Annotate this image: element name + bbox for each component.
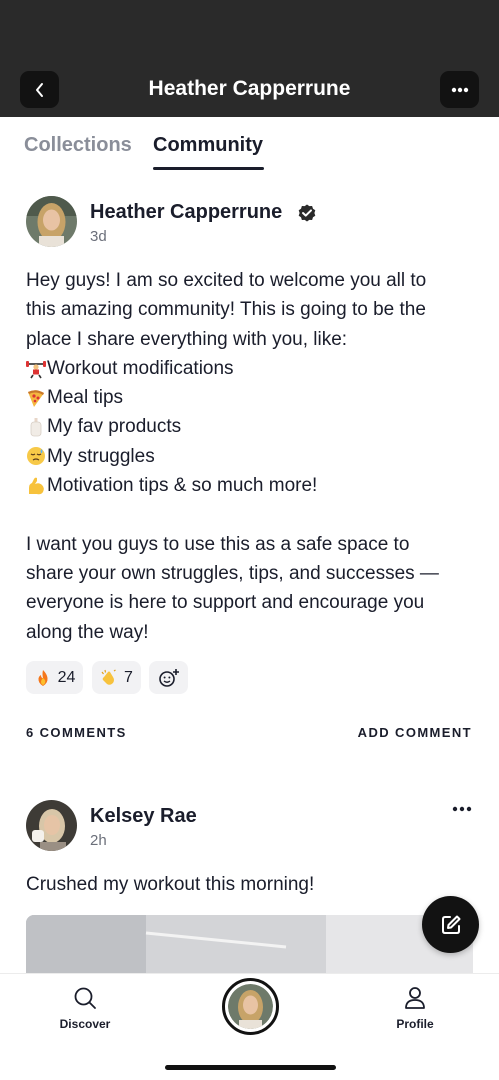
reaction-count: 24	[57, 668, 76, 686]
nav-profile-label: Profile	[396, 1017, 434, 1031]
post-line-text: this amazing community! This is going to…	[26, 299, 426, 321]
bottom-navigation: Discover Profile	[0, 973, 499, 1080]
nav-discover-label: Discover	[59, 1017, 111, 1031]
top-app-bar: Heather Capperrune	[0, 0, 499, 117]
comment-timestamp: 2h	[90, 832, 107, 849]
post-line: Workout modifications	[26, 354, 476, 383]
post-line-text: everyone is here to support and encourag…	[26, 592, 425, 614]
author-avatar[interactable]	[26, 196, 77, 247]
post-image[interactable]	[26, 915, 473, 975]
fire-emoji	[38, 669, 48, 686]
add-reaction-button[interactable]	[149, 661, 188, 694]
post-line-text: My fav products	[47, 416, 182, 438]
flexed-biceps-emoji	[29, 477, 44, 494]
search-icon	[74, 987, 96, 1009]
nav-discover[interactable]: Discover	[55, 986, 115, 1031]
compose-icon	[441, 915, 460, 934]
back-button[interactable]	[20, 71, 59, 108]
reaction-fire[interactable]: 24	[26, 661, 83, 694]
clapping-hands-emoji	[101, 669, 116, 685]
post-line-text: along the way!	[26, 621, 149, 643]
nav-home-avatar[interactable]	[222, 978, 279, 1035]
reaction-clap[interactable]: 7	[92, 661, 141, 694]
more-options-button[interactable]	[440, 71, 479, 108]
post-line-text: Motivation tips & so much more!	[47, 475, 318, 497]
comment-post-text: Crushed my workout this morning!	[26, 874, 315, 895]
post-line: share your own struggles, tips, and succ…	[26, 559, 476, 588]
user-icon	[405, 987, 425, 1009]
post-author-name[interactable]: Heather Capperrune	[90, 201, 282, 224]
post-line: along the way!	[26, 618, 476, 647]
page-title: Heather Capperrune	[148, 77, 351, 100]
downcast-sweat-emoji	[27, 447, 45, 466]
post-line-text: share your own struggles, tips, and succ…	[26, 562, 439, 584]
post-body: Hey guys! I am so excited to welcome you…	[26, 266, 476, 647]
more-horizontal-icon	[451, 87, 468, 92]
add-reaction-icon	[158, 668, 179, 687]
post-line: Hey guys! I am so excited to welcome you…	[26, 266, 476, 295]
comment-author-name[interactable]: Kelsey Rae	[90, 805, 197, 828]
post-line: Meal tips	[26, 383, 476, 412]
post-line: My struggles	[26, 442, 476, 471]
active-tab-indicator	[153, 167, 264, 170]
verified-badge-icon	[298, 204, 316, 222]
post-line: place I share everything with you, like:	[26, 325, 476, 354]
comments-count[interactable]: 6 COMMENTS	[26, 725, 127, 740]
post-line: this amazing community! This is going to…	[26, 295, 476, 324]
post-line-text: Meal tips	[47, 387, 124, 409]
tab-bar: Collections Community	[0, 117, 499, 173]
profile-avatar	[228, 984, 273, 1029]
weightlifter-emoji	[26, 360, 46, 378]
post-line-text: My struggles	[47, 445, 155, 467]
post-line: Motivation tips & so much more!	[26, 471, 476, 500]
post-timestamp: 3d	[90, 228, 107, 245]
post-line: everyone is here to support and encourag…	[26, 588, 476, 617]
commenter-avatar[interactable]	[26, 800, 77, 851]
home-indicator	[165, 1065, 336, 1070]
chevron-left-icon	[35, 82, 43, 97]
reaction-count: 7	[124, 668, 133, 686]
tab-community[interactable]: Community	[153, 134, 263, 157]
post-line-text: Hey guys! I am so excited to welcome you…	[26, 270, 427, 291]
post-line-text: I want you guys to use this as a safe sp…	[26, 533, 410, 555]
post-line-text: Workout modifications	[47, 357, 234, 379]
add-comment-button[interactable]: ADD COMMENT	[358, 725, 472, 740]
pizza-emoji	[28, 390, 44, 407]
lotion-bottle-emoji	[30, 418, 42, 437]
more-horizontal-icon[interactable]	[452, 806, 472, 812]
post-line: My fav products	[26, 412, 476, 441]
post-line-text: place I share everything with you, like:	[26, 328, 348, 350]
compose-button[interactable]	[422, 896, 479, 953]
tab-collections[interactable]: Collections	[24, 134, 132, 157]
nav-profile[interactable]: Profile	[387, 986, 443, 1031]
post-line: I want you guys to use this as a safe sp…	[26, 530, 476, 559]
